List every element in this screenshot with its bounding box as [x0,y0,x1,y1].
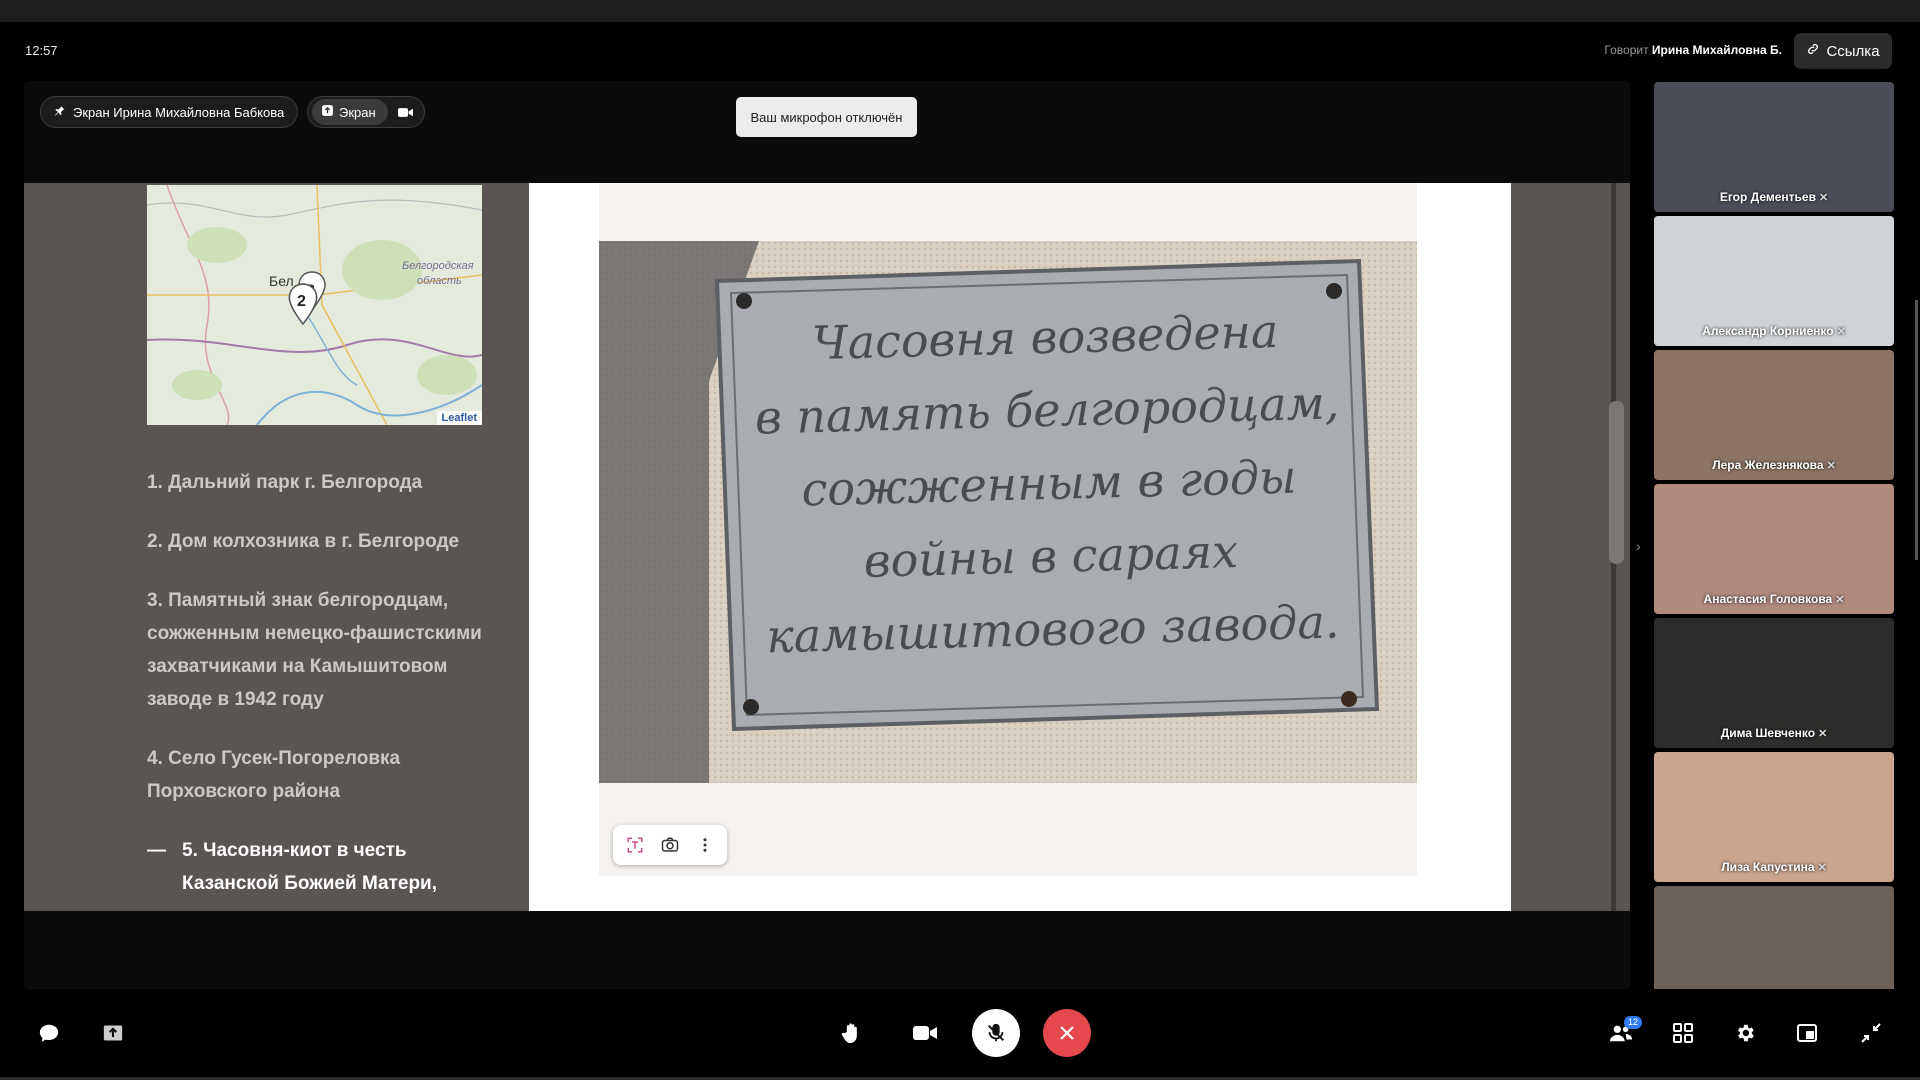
leaflet-attribution[interactable]: Leaflet [436,411,482,425]
share-screen-icon [103,1025,123,1041]
mic-muted-icon [988,1023,1004,1042]
chat-icon [39,1024,59,1042]
gear-icon [1738,1024,1754,1042]
participant-name: Егор Дементьев ✕ [1719,190,1829,204]
close-icon [1060,1026,1074,1040]
plaque-photo: Часовня возведена в память белгородцам, … [599,241,1417,783]
screen-camera-toggle: Экран [307,96,425,128]
link-icon [1806,42,1820,60]
pinned-screen-chip[interactable]: Экран Ирина Михайловна Бабкова [40,96,299,128]
list-item[interactable]: 3. Памятный знак белгородцам, сожженным … [147,584,507,716]
mic-off-icon: ✕ [1818,192,1829,204]
participant-tile[interactable]: Лиза Капустина ✕ [1654,752,1894,882]
list-item-current[interactable]: — 5. Часовня-киот в честь Казанской Божи… [147,834,507,900]
camera-icon [913,1026,937,1040]
list-item[interactable]: 1. Дальний парк г. Белгорода [147,466,507,499]
pin-icon [54,105,66,120]
mic-off-icon: ✕ [1836,326,1846,338]
slide-right-margin [1417,183,1511,911]
window-top-strip [0,0,1920,22]
shared-slide: Бел Белгородская область 3 2 Leaflet 1. … [24,183,1630,911]
text-select-icon[interactable] [619,829,651,861]
hand-icon [841,1023,857,1043]
mic-muted-toast: Ваш микрофон отключён [736,97,917,137]
places-list: 1. Дальний парк г. Белгорода 2. Дом колх… [147,466,507,926]
current-item-label: 5. Часовня-киот в честь Казанской Божией… [182,840,438,894]
participant-name: Анастасия Головкова ✕ [1703,592,1845,606]
plaque-text: Часовня возведена в память белгородцам, … [744,293,1353,674]
image-toolbar [613,825,727,865]
participants-panel: Егор Дементьев ✕ Александр Корниенко ✕ Лер… [1654,82,1894,989]
slide-left-panel: Бел Белгородская область 3 2 Leaflet 1. … [24,183,529,911]
collapse-sidebar-chevron-icon[interactable]: › [1636,538,1641,554]
participant-name: Дима Шевченко ✕ [1720,726,1828,740]
region-label-2: область [417,275,462,287]
link-button-label: Ссылка [1826,42,1880,60]
camera-search-icon[interactable] [654,829,686,861]
more-vertical-icon[interactable] [689,829,721,861]
participant-name: Александр Корниенко ✕ [1702,324,1846,338]
mic-off-icon: ✕ [1826,460,1836,472]
screen-toggle-label: Экран [339,104,376,120]
marker-2-label: 2 [297,293,306,310]
screen-share-icon [321,104,334,120]
map[interactable]: Бел Белгородская область 3 2 Leaflet [147,185,482,425]
participant-name: Лиза Капустина ✕ [1721,860,1827,874]
share-screen-button[interactable] [88,1008,138,1058]
screen-chip-label: Экран Ирина Михайловна Бабкова [73,104,285,120]
layout-toggle-button[interactable] [1782,1008,1832,1058]
raise-hand-button[interactable] [826,1008,876,1058]
copy-link-button[interactable]: Ссылка [1794,33,1892,69]
region-label-1: Белгородская [402,260,474,272]
speaking-prefix: Говорит [1604,43,1649,57]
participant-tile[interactable] [1654,886,1894,989]
mic-off-icon: ✕ [1835,594,1845,606]
list-item[interactable]: 4. Село Гусек-Погореловка Порховского ра… [147,742,507,808]
layout-icon [1797,1024,1817,1042]
camera-small-icon [398,107,414,117]
slide-scrollbar-thumb[interactable] [1609,401,1624,564]
settings-button[interactable] [1720,1008,1770,1058]
participant-name: Лера Железнякова ✕ [1712,458,1836,472]
participant-tile[interactable]: Анастасия Головкова ✕ [1654,484,1894,614]
participants-count-badge: 12 [1624,1016,1643,1029]
participants-button[interactable] [1596,1008,1646,1058]
screen-toggle-option[interactable]: Экран [312,99,388,125]
participant-tile[interactable]: Лера Железнякова ✕ [1654,350,1894,480]
page-scrollbar[interactable] [1915,300,1918,560]
participant-tile[interactable]: Дима Шевченко ✕ [1654,618,1894,748]
minimize-icon [1861,1023,1881,1043]
call-controls-bar: 12 [0,1000,1920,1080]
grid-icon [1673,1023,1693,1043]
current-dash: — [147,840,166,861]
mic-off-icon: ✕ [1818,728,1828,740]
chat-button[interactable] [24,1008,74,1058]
active-speaker: Говорит Ирина Михайловна Б. [1604,43,1782,57]
participant-tile[interactable]: Егор Дементьев ✕ [1654,82,1894,212]
list-item[interactable]: 2. Дом колхозника в г. Белгороде [147,525,507,558]
screen-share-stage: Экран Ирина Михайловна Бабкова Экран Ваш… [24,81,1630,989]
exit-fullscreen-button[interactable] [1846,1008,1896,1058]
speaking-name: Ирина Михайловна Б. [1651,43,1782,57]
clock: 12:57 [25,43,58,58]
participant-tile[interactable]: Александр Корниенко ✕ [1654,216,1894,346]
grid-layout-button[interactable] [1658,1008,1708,1058]
camera-button[interactable] [900,1008,950,1058]
camera-toggle-option[interactable] [392,107,420,118]
mic-off-icon: ✕ [1817,862,1827,874]
end-call-button[interactable] [1043,1009,1091,1057]
microphone-button[interactable] [972,1009,1020,1057]
